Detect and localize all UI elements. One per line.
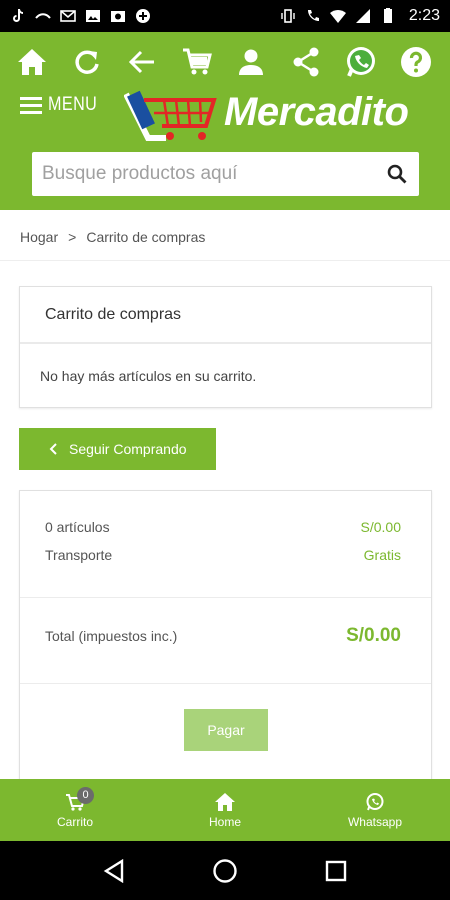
help-icon[interactable] — [398, 44, 434, 80]
total-label: Total (impuestos inc.) — [45, 628, 178, 644]
nav-cart[interactable]: 0 Carrito — [0, 779, 150, 841]
breadcrumb-divider — [0, 260, 450, 261]
system-recents-icon[interactable] — [325, 860, 347, 882]
cart-panel: Carrito de compras No hay más artículos … — [19, 286, 432, 408]
total-row: Total (impuestos inc.) S/0.00 — [45, 625, 401, 647]
shipping-value: Gratis — [363, 547, 401, 563]
system-home-icon[interactable] — [212, 858, 238, 884]
cart-summary: 0 artículos S/0.00 Transporte Gratis Tot… — [19, 490, 432, 780]
home-icon — [214, 792, 236, 812]
continue-shopping-label: Seguir Comprando — [69, 441, 187, 457]
whatsapp-icon — [364, 792, 386, 812]
hamburger-icon — [20, 97, 42, 114]
signal-icon — [355, 9, 370, 23]
vibrate-icon — [281, 9, 295, 23]
cart-icon[interactable] — [179, 44, 215, 80]
battery-icon — [383, 8, 392, 23]
shipping-label: Transporte — [45, 547, 113, 563]
user-icon[interactable] — [233, 44, 269, 80]
brand-logo[interactable]: Mercadito — [123, 86, 424, 142]
continue-shopping-button[interactable]: Seguir Comprando — [19, 428, 216, 470]
gmail-icon — [60, 10, 76, 22]
nav-whatsapp[interactable]: Whatsapp — [300, 779, 450, 841]
menu-button[interactable]: MENU — [20, 94, 106, 116]
breadcrumb-separator: > — [68, 229, 77, 245]
cart-empty-message: No hay más artículos en su carrito. — [40, 367, 257, 384]
site-header: MENU Mercadito — [0, 32, 450, 210]
search-icon — [387, 164, 407, 184]
total-value: S/0.00 — [346, 625, 401, 646]
menu-label: MENU — [48, 94, 98, 115]
image-icon — [86, 10, 100, 22]
whatsapp-icon[interactable] — [343, 44, 379, 80]
nav-whatsapp-label: Whatsapp — [347, 814, 403, 829]
header-toolbar — [14, 44, 434, 80]
refresh-icon[interactable] — [69, 44, 105, 80]
summary-divider — [20, 597, 431, 598]
home-icon[interactable] — [14, 44, 50, 80]
cart-icon: 0 — [64, 786, 94, 812]
nav-home[interactable]: Home — [150, 779, 300, 841]
gallery-icon — [111, 11, 125, 22]
breadcrumb: Hogar > Carrito de compras — [20, 229, 205, 245]
breadcrumb-home-link[interactable]: Hogar — [20, 229, 58, 245]
status-time: 2:23 — [408, 7, 440, 24]
status-bar: 2:23 — [0, 0, 450, 32]
system-back-icon[interactable] — [103, 858, 125, 883]
cart-title: Carrito de compras — [20, 287, 431, 344]
tiktok-icon — [13, 8, 24, 22]
bottom-nav: 0 Carrito Home Whatsapp — [0, 779, 450, 841]
total-divider — [20, 683, 431, 684]
items-row: 0 artículos S/0.00 — [45, 519, 401, 535]
logo-cart-icon — [123, 90, 217, 141]
items-label: 0 artículos — [45, 519, 110, 535]
wifi-call-icon — [307, 10, 319, 21]
wifi-icon — [329, 10, 346, 23]
search-bar — [32, 152, 419, 196]
missed-call-icon — [35, 13, 51, 19]
share-icon[interactable] — [288, 44, 324, 80]
nav-home-label: Home — [208, 814, 241, 829]
plus-circle-icon — [136, 9, 150, 23]
shipping-row: Transporte Gratis — [45, 547, 401, 563]
system-nav-bar — [0, 841, 450, 900]
breadcrumb-current: Carrito de compras — [86, 229, 206, 245]
search-input[interactable] — [32, 154, 375, 194]
cart-count-badge: 0 — [77, 786, 94, 804]
pay-button[interactable]: Pagar — [184, 709, 268, 751]
back-arrow-icon[interactable] — [124, 44, 160, 80]
chevron-left-icon — [49, 443, 57, 455]
items-value: S/0.00 — [360, 519, 401, 535]
search-button[interactable] — [375, 152, 419, 196]
brand-name: Mercadito — [224, 90, 409, 134]
nav-cart-label: Carrito — [56, 814, 93, 829]
